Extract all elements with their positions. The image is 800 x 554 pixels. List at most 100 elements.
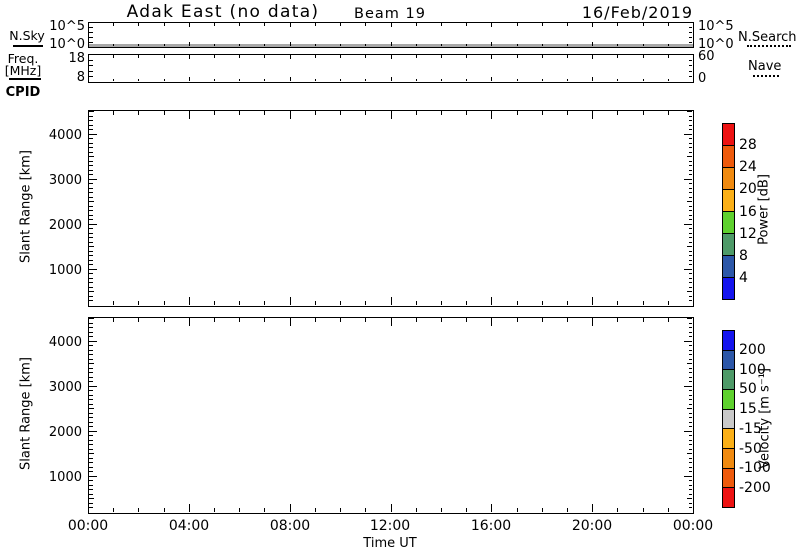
velocity-colorbar-segment xyxy=(723,449,734,469)
y-tick-mark xyxy=(89,467,93,468)
x-tick-mark xyxy=(290,42,291,46)
x-tick-mark xyxy=(164,111,165,115)
y-tick-mark xyxy=(89,278,93,279)
y-tick-mark xyxy=(689,404,693,405)
power-colorbar-segment xyxy=(723,234,734,256)
x-tick-mark xyxy=(138,23,139,26)
velocity-colorbar-segment xyxy=(723,351,734,371)
x-tick-mark xyxy=(391,111,392,119)
y-tick-mark xyxy=(689,161,693,162)
x-tick-mark xyxy=(617,508,618,512)
y-tick-mark xyxy=(689,494,693,495)
x-tick-mark xyxy=(315,318,316,322)
y-tick-mark xyxy=(89,440,93,441)
y-tick-mark xyxy=(89,206,93,207)
y-tick-mark xyxy=(89,489,93,490)
x-tick-mark xyxy=(113,508,114,512)
y-tick-mark xyxy=(689,422,693,423)
x-tick-mark xyxy=(138,508,139,512)
y-tick-mark xyxy=(689,467,693,468)
y-tick-mark xyxy=(89,120,93,121)
y-tick-mark xyxy=(684,386,692,387)
x-tick-mark xyxy=(592,297,593,305)
y-tick-mark xyxy=(89,413,93,414)
power-ytick-4000: 4000 xyxy=(38,129,82,144)
x-tick-mark xyxy=(491,111,492,119)
y-tick-mark xyxy=(689,188,693,189)
y-tick-mark xyxy=(687,111,692,112)
y-tick-mark xyxy=(89,354,93,355)
strip-y-tick-mark xyxy=(89,42,93,43)
x-tick-mark xyxy=(466,508,467,512)
y-tick-mark xyxy=(689,242,693,243)
x-tick-mark xyxy=(164,79,165,82)
power-ytick-1000: 1000 xyxy=(38,264,82,279)
y-tick-mark xyxy=(89,291,94,292)
y-tick-mark xyxy=(689,507,693,508)
x-tick-mark xyxy=(239,44,240,47)
power-colorbar-segment xyxy=(723,278,734,299)
x-tick-mark xyxy=(416,44,417,47)
x-tick-mark xyxy=(214,508,215,512)
y-tick-mark xyxy=(89,147,93,148)
x-tick-mark xyxy=(315,111,316,115)
y-tick-mark xyxy=(689,147,693,148)
velocity-colorbar-tick-label: -200 xyxy=(739,480,779,496)
radar-summary-plot: Adak East (no data) Beam 19 16/Feb/2019 … xyxy=(0,0,800,554)
y-tick-mark xyxy=(689,129,693,130)
strip-y-tick-mark xyxy=(89,27,93,28)
strip-y-tick-mark xyxy=(89,60,93,61)
x-tick-mark xyxy=(542,44,543,47)
x-tick-mark xyxy=(391,42,392,46)
x-tick-mark xyxy=(466,44,467,47)
x-tick-mark xyxy=(491,23,492,27)
y-tick-mark xyxy=(684,224,692,225)
y-tick-mark xyxy=(89,350,93,351)
y-tick-mark xyxy=(89,390,93,391)
x-tick-mark xyxy=(365,318,366,322)
y-tick-mark xyxy=(689,197,693,198)
x-tick-mark xyxy=(290,23,291,27)
nsearch-ytick-top: 10^5 xyxy=(698,20,743,35)
y-tick-mark xyxy=(689,296,693,297)
y-tick-mark xyxy=(89,449,93,450)
y-tick-mark xyxy=(689,359,693,360)
x-tick-mark xyxy=(391,297,392,305)
power-colorbar-tick-label: 24 xyxy=(739,159,779,175)
strip-y-tick-mark xyxy=(689,60,693,61)
x-tick-mark xyxy=(517,44,518,47)
x-tick-mark xyxy=(340,508,341,512)
x-tick-mark xyxy=(113,318,114,322)
y-tick-mark xyxy=(689,300,693,301)
x-tick-mark xyxy=(290,55,291,59)
y-tick-mark xyxy=(689,255,693,256)
y-tick-mark xyxy=(89,458,93,459)
x-tick-mark xyxy=(164,55,165,58)
y-tick-mark xyxy=(687,246,692,247)
y-tick-mark xyxy=(89,287,93,288)
nave-ytick-bottom: 0 xyxy=(698,72,743,87)
x-tick-mark xyxy=(113,55,114,58)
x-tick-mark xyxy=(264,23,265,26)
y-tick-mark xyxy=(89,242,93,243)
y-tick-mark xyxy=(689,282,693,283)
x-tick-mark xyxy=(290,77,291,81)
beam-label: Beam 19 xyxy=(320,6,460,23)
y-tick-mark xyxy=(689,264,693,265)
x-tick-mark xyxy=(567,23,568,26)
x-tick-mark xyxy=(592,77,593,81)
power-ytick-3000: 3000 xyxy=(38,174,82,189)
x-tick-mark xyxy=(668,508,669,512)
velocity-colorbar-segment xyxy=(723,488,734,507)
x-tick-mark xyxy=(214,79,215,82)
y-tick-mark xyxy=(689,143,693,144)
x-tick-mark xyxy=(491,77,492,81)
velocity-ytick-1000: 1000 xyxy=(38,471,82,486)
y-tick-mark xyxy=(689,417,693,418)
y-tick-mark xyxy=(689,260,693,261)
x-tick-mark xyxy=(391,504,392,512)
y-tick-mark xyxy=(89,359,93,360)
y-tick-mark xyxy=(89,404,93,405)
xtick-2000: 20:00 xyxy=(560,518,624,534)
y-tick-mark xyxy=(689,183,693,184)
